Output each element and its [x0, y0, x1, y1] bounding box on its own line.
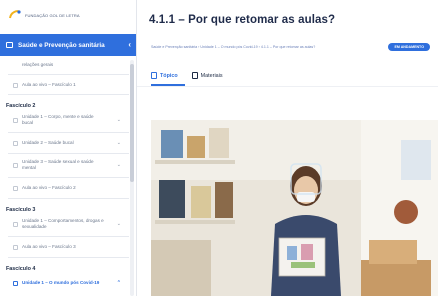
chevron-left-icon[interactable]: ‹ [128, 40, 131, 49]
divider [8, 132, 129, 133]
divider [8, 257, 129, 258]
divider [8, 236, 129, 237]
sidebar-item-label: Aula ao vivo – Fascículo 3 [22, 244, 76, 249]
chevron-down-icon[interactable]: ⌄ [117, 221, 121, 227]
status-badge: EM ANDAMENTO [388, 43, 430, 51]
page-title: 4.1.1 – Por que retomar as aulas? [149, 14, 336, 26]
sidebar-item[interactable]: Aula ao vivo – Fascículo 3 [0, 242, 129, 252]
sidebar-item-active[interactable]: Unidade 1 – O mundo pós Covid-19 ⌃ [0, 278, 129, 288]
divider [8, 198, 129, 199]
sidebar-item-label: Unidade 1 – O mundo pós Covid-19 [22, 280, 100, 285]
sidebar-item-label: Unidade 2 – Saúde bucal [22, 140, 74, 145]
chevron-up-icon[interactable]: ⌃ [117, 280, 121, 286]
classroom-photo [151, 120, 438, 296]
section-heading: Fascículo 4 [6, 266, 36, 272]
module-title: Saúde e Prevenção sanitária [18, 41, 105, 49]
sidebar-item[interactable]: Aula ao vivo – Fascículo 1 [0, 80, 129, 90]
checkbox-icon [13, 162, 18, 168]
tab-materiais[interactable]: Materiais [191, 72, 223, 79]
chevron-down-icon[interactable]: ⌄ [117, 162, 121, 168]
module-icon [6, 42, 13, 48]
checkbox-icon [13, 185, 18, 191]
sidebar-item[interactable]: Unidade 3 – Saúde sexual e saúde mental … [0, 159, 129, 171]
logo-text: FUNDAÇÃO GOL DE LETRA [25, 12, 80, 18]
sidebar-item-label: Unidade 1 – Comportamentos, drogas e sex… [22, 218, 104, 229]
checkbox-icon [13, 82, 18, 88]
checkbox-icon [13, 221, 18, 227]
chevron-down-icon[interactable]: ⌄ [117, 117, 121, 123]
scrollbar-thumb[interactable] [130, 64, 134, 182]
divider [137, 86, 438, 87]
sidebar-item-label: Unidade 3 – Saúde sexual e saúde mental [22, 159, 94, 170]
sidebar-item[interactable]: Unidade 2 – Saúde bucal ⌄ [0, 138, 129, 148]
chevron-down-icon[interactable]: ⌄ [117, 140, 121, 146]
checkbox-icon [13, 140, 18, 146]
tab-label: Tópico [160, 72, 178, 79]
module-header[interactable]: Saúde e Prevenção sanitária ‹ [0, 34, 136, 56]
logo-mark [9, 10, 21, 19]
sidebar-item[interactable]: Unidade 1 – Corpo, mente e saúde bucal ⌄ [0, 114, 129, 126]
tab-label: Materiais [200, 72, 223, 79]
sidebar-item-label: Aula ao vivo – Fascículo 1 [22, 82, 76, 87]
section-heading: Fascículo 3 [6, 207, 36, 213]
divider [8, 153, 129, 154]
checkbox-icon [13, 117, 18, 123]
sidebar-item[interactable]: Unidade 1 – Comportamentos, drogas e sex… [0, 218, 129, 230]
tab-topico[interactable]: Tópico [151, 72, 178, 79]
breadcrumb[interactable]: Saúde e Prevenção sanitária › Unidade 1 … [151, 45, 315, 49]
sidebar-item-label: relações gerais [22, 62, 54, 67]
logo[interactable]: FUNDAÇÃO GOL DE LETRA [8, 6, 80, 24]
sidebar-item[interactable]: Aula ao vivo – Fascículo 2 [0, 183, 129, 193]
sidebar: FUNDAÇÃO GOL DE LETRA Saúde e Prevenção … [0, 0, 137, 296]
main-content: 4.1.1 – Por que retomar as aulas? Saúde … [137, 0, 438, 296]
tab-bar: Tópico Materiais [151, 72, 223, 79]
lesson-image [151, 120, 438, 296]
divider [8, 94, 129, 95]
checkbox-icon [13, 244, 18, 250]
sidebar-item-label: Aula ao vivo – Fascículo 2 [22, 185, 76, 190]
divider [8, 74, 129, 75]
document-icon [151, 72, 157, 79]
sidebar-item[interactable]: relações gerais [0, 60, 129, 70]
file-icon [191, 72, 198, 79]
sidebar-item-label: Unidade 1 – Corpo, mente e saúde bucal [22, 114, 94, 125]
checkbox-icon [13, 280, 18, 286]
section-heading: Fascículo 2 [6, 103, 36, 109]
divider [8, 177, 129, 178]
